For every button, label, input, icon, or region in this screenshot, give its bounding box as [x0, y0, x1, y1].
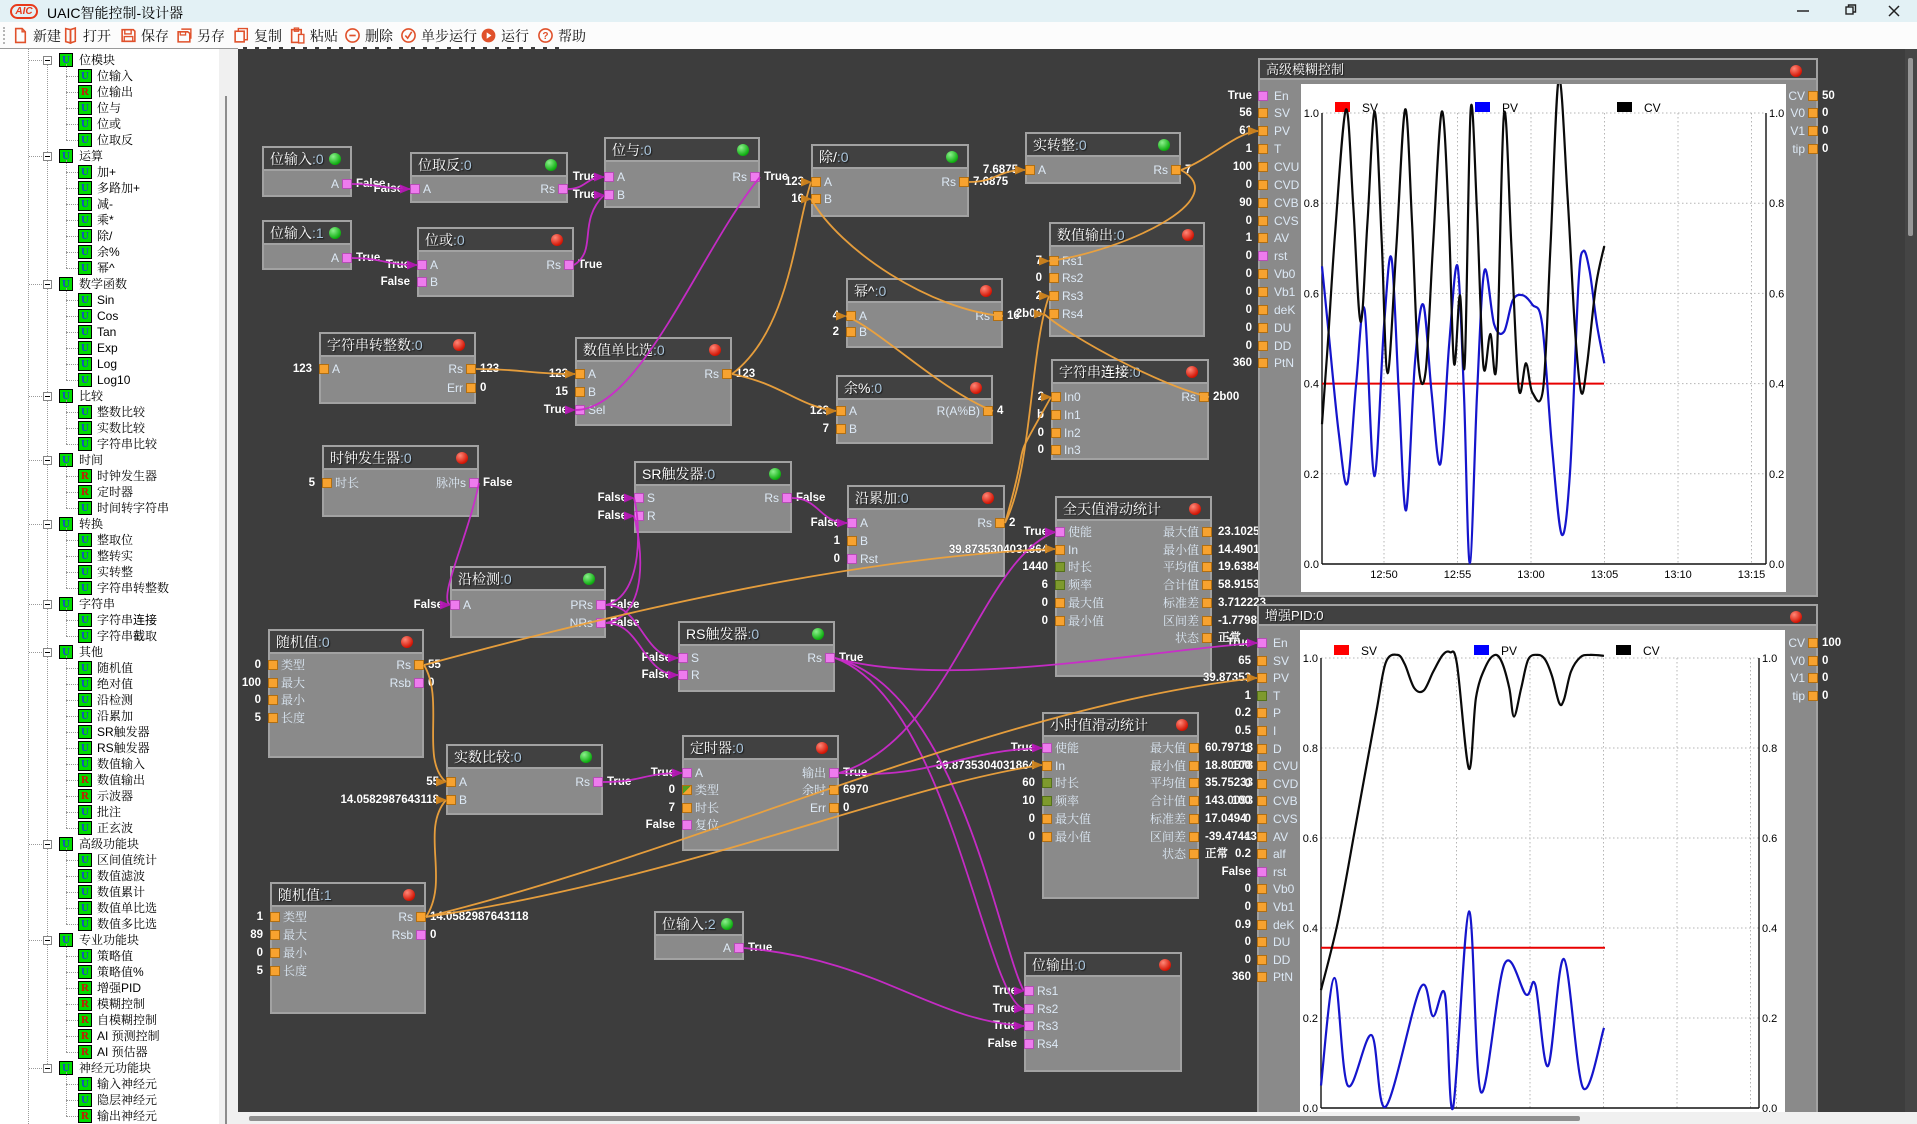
svg-text:?: ?	[542, 31, 548, 42]
svg-text:CV: CV	[1643, 644, 1660, 658]
svg-text:0.2: 0.2	[1304, 469, 1319, 481]
svg-text:13:10: 13:10	[1664, 569, 1692, 581]
svg-text:13:05: 13:05	[1591, 569, 1619, 581]
svg-text:0.8: 0.8	[1303, 743, 1318, 755]
svg-text:12:55: 12:55	[1444, 569, 1472, 581]
svg-text:0.2: 0.2	[1762, 1013, 1777, 1025]
svg-text:13:00: 13:00	[1517, 569, 1545, 581]
svg-text:0.6: 0.6	[1769, 288, 1784, 300]
svg-text:SV: SV	[1361, 644, 1377, 658]
svg-text:0.6: 0.6	[1303, 833, 1318, 845]
svg-text:0.6: 0.6	[1304, 288, 1319, 300]
svg-text:1.0: 1.0	[1304, 108, 1319, 120]
svg-text:0.2: 0.2	[1769, 469, 1784, 481]
svg-text:PV: PV	[1501, 644, 1517, 658]
svg-text:0.0: 0.0	[1762, 1103, 1777, 1112]
svg-text:0.2: 0.2	[1303, 1013, 1318, 1025]
svg-text:0.4: 0.4	[1762, 923, 1777, 935]
svg-text:0.6: 0.6	[1762, 833, 1777, 845]
svg-text:0.8: 0.8	[1304, 198, 1319, 210]
svg-text:0.0: 0.0	[1303, 1103, 1318, 1112]
svg-text:0.8: 0.8	[1762, 743, 1777, 755]
svg-text:0.4: 0.4	[1303, 923, 1318, 935]
svg-text:1.0: 1.0	[1769, 108, 1784, 120]
svg-text:12:50: 12:50	[1370, 569, 1398, 581]
svg-text:0.4: 0.4	[1304, 379, 1319, 391]
svg-text:0.8: 0.8	[1769, 198, 1784, 210]
svg-text:13:15: 13:15	[1738, 569, 1766, 581]
svg-text:0.0: 0.0	[1304, 559, 1319, 571]
svg-text:CV: CV	[1644, 101, 1661, 115]
svg-text:0.0: 0.0	[1769, 559, 1784, 571]
svg-text:1.0: 1.0	[1762, 653, 1777, 665]
svg-text:0.4: 0.4	[1769, 379, 1784, 391]
svg-text:1.0: 1.0	[1303, 653, 1318, 665]
